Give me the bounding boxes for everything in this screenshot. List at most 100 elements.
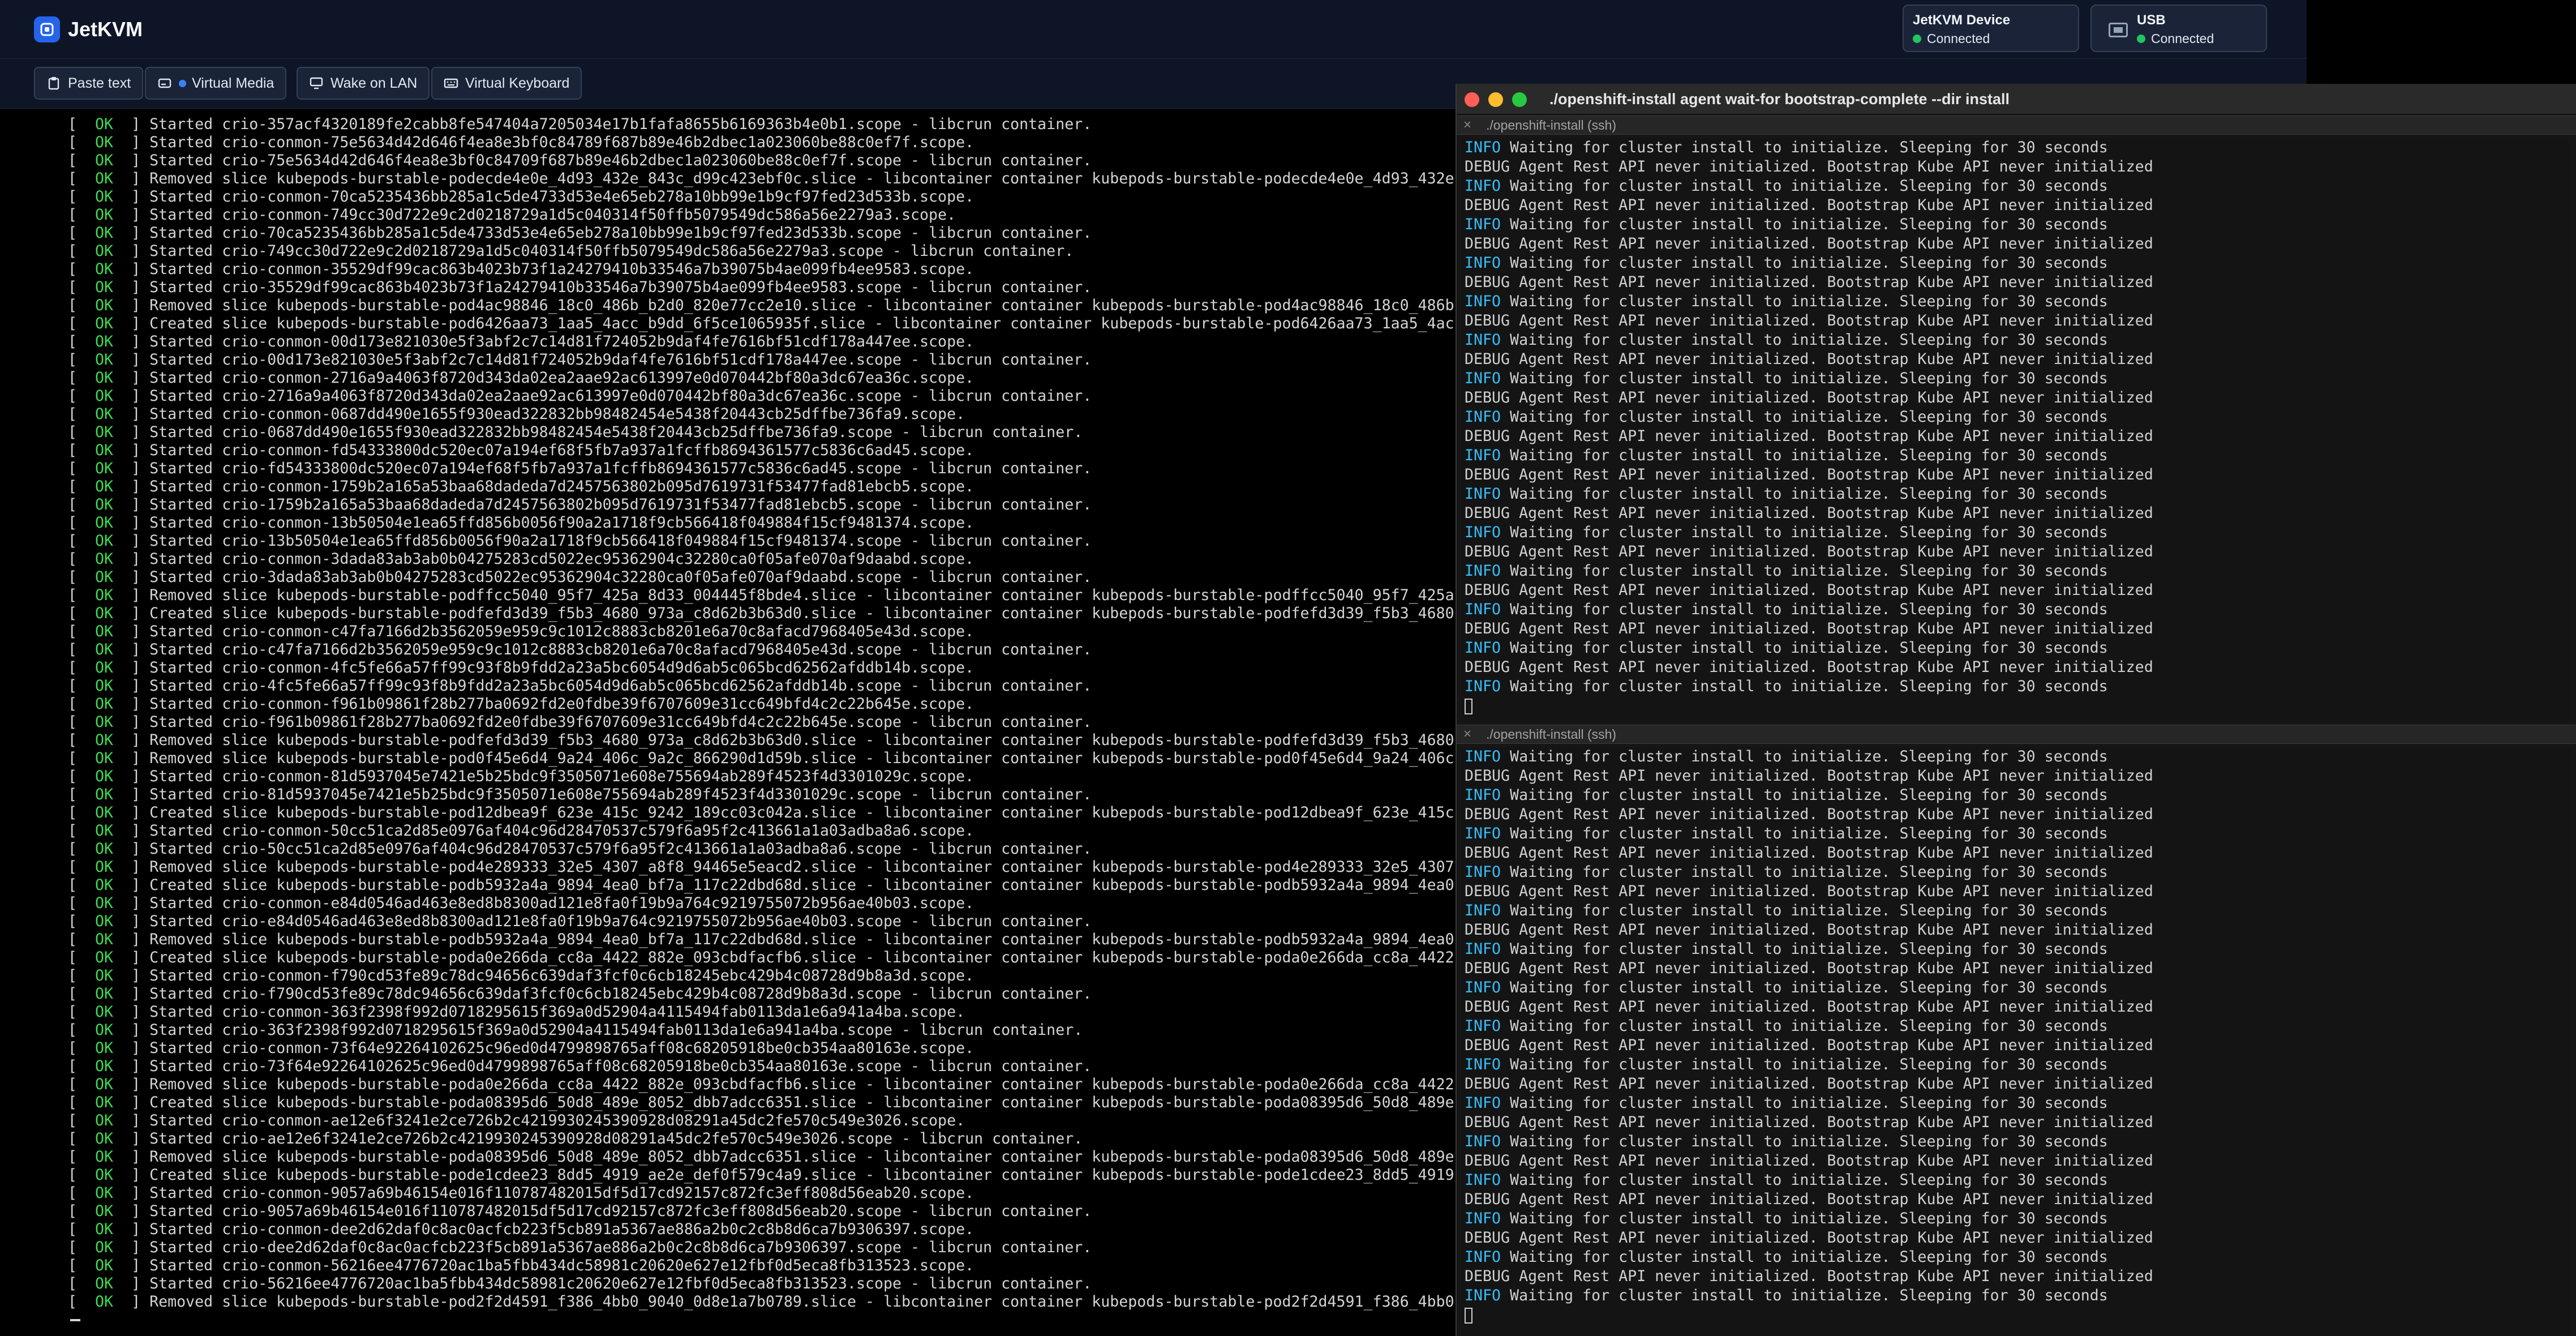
log-message: Agent Rest API never initialized. Bootst… bbox=[1510, 844, 2153, 862]
console-line: [ OK ] Started crio-conmon-f961b09861f28… bbox=[68, 695, 1460, 713]
ok-status: OK bbox=[77, 152, 132, 169]
log-level-info: INFO bbox=[1465, 331, 1501, 349]
pane-tab-bottom[interactable]: × ./openshift-install (ssh) bbox=[1457, 725, 2576, 744]
log-message: Agent Rest API never initialized. Bootst… bbox=[1510, 806, 2153, 823]
ok-status: OK bbox=[77, 315, 132, 332]
console-line: [ OK ] Removed slice kubepods-burstable-… bbox=[68, 750, 1460, 768]
terminal-pane-bottom[interactable]: INFO Waiting for cluster install to init… bbox=[1461, 747, 2570, 1336]
ok-status: OK bbox=[77, 1293, 132, 1311]
jetkvm-logo[interactable]: JetKVM bbox=[34, 15, 143, 44]
virtual-keyboard-button[interactable]: Virtual Keyboard bbox=[431, 67, 582, 100]
ok-status: OK bbox=[77, 605, 132, 622]
pane-tab-top[interactable]: × ./openshift-install (ssh) bbox=[1457, 115, 2576, 135]
console-bracket: [ bbox=[68, 242, 78, 260]
terminal-titlebar[interactable]: ./openshift-install agent wait-for boots… bbox=[1457, 84, 2576, 114]
log-line: INFO Waiting for cluster install to init… bbox=[1465, 978, 2570, 997]
log-line: DEBUG Agent Rest API never initialized. … bbox=[1465, 882, 2570, 901]
log-line: INFO Waiting for cluster install to init… bbox=[1465, 940, 2570, 959]
console-bracket: [ bbox=[68, 315, 78, 332]
console-bracket: [ bbox=[68, 1094, 78, 1111]
log-line: INFO Waiting for cluster install to init… bbox=[1465, 600, 2570, 619]
log-level-debug: DEBUG bbox=[1465, 883, 1510, 900]
ok-status: OK bbox=[77, 460, 132, 477]
console-message: ] Started crio-conmon-70ca5235436bb285a1… bbox=[131, 188, 974, 205]
app-name: JetKVM bbox=[68, 18, 143, 41]
console-message: ] Started crio-357acf4320189fe2cabb8fe54… bbox=[131, 115, 1092, 133]
log-level-debug: DEBUG bbox=[1465, 998, 1510, 1016]
log-line: DEBUG Agent Rest API never initialized. … bbox=[1465, 843, 2570, 863]
ok-status: OK bbox=[77, 351, 132, 369]
ok-status: OK bbox=[77, 713, 132, 731]
jetkvm-logo-icon bbox=[34, 16, 60, 42]
console-bracket: [ bbox=[68, 514, 78, 532]
ok-status: OK bbox=[77, 876, 132, 894]
terminal-window[interactable]: ./openshift-install agent wait-for boots… bbox=[1456, 84, 2576, 1336]
usb-status-title: USB bbox=[2137, 12, 2166, 28]
log-line: DEBUG Agent Rest API never initialized. … bbox=[1465, 427, 2570, 446]
close-pane-icon[interactable]: × bbox=[1463, 116, 1471, 134]
minimize-window-icon[interactable] bbox=[1488, 92, 1503, 107]
console-line: [ OK ] Created slice kubepods-burstable-… bbox=[68, 315, 1460, 333]
console-bracket: [ bbox=[68, 641, 78, 658]
ok-status: OK bbox=[77, 568, 132, 586]
log-line: INFO Waiting for cluster install to init… bbox=[1465, 292, 2570, 311]
console-line: [ OK ] Removed slice kubepods-burstable-… bbox=[68, 931, 1460, 949]
wake-on-lan-button[interactable]: Wake on LAN bbox=[297, 67, 430, 100]
console-bracket: [ bbox=[68, 115, 78, 133]
console-message: ] Started crio-conmon-0687dd490e1655f930… bbox=[131, 405, 965, 423]
terminal-pane-top[interactable]: INFO Waiting for cluster install to init… bbox=[1461, 138, 2570, 721]
console-message: ] Started crio-conmon-81d5937045e7421e5b… bbox=[131, 768, 974, 785]
close-pane-icon[interactable]: × bbox=[1463, 725, 1471, 743]
console-bracket: [ bbox=[68, 170, 78, 187]
prompt-line[interactable] bbox=[1465, 1305, 2570, 1325]
log-level-info: INFO bbox=[1465, 1210, 1501, 1227]
log-level-debug: DEBUG bbox=[1465, 658, 1510, 676]
ok-status: OK bbox=[77, 913, 132, 930]
console-message: ] Removed slice kubepods-burstable-podff… bbox=[131, 586, 1454, 604]
prompt-line[interactable] bbox=[1465, 696, 2570, 716]
log-message: Waiting for cluster install to initializ… bbox=[1501, 1094, 2108, 1112]
ok-status: OK bbox=[77, 405, 132, 423]
usb-icon bbox=[2109, 23, 2128, 37]
console-bracket: [ bbox=[68, 260, 78, 278]
log-message: Agent Rest API never initialized. Bootst… bbox=[1510, 235, 2153, 252]
virtual-media-button[interactable]: Virtual Media bbox=[145, 67, 287, 100]
console-line: [ OK ] Started crio-73f64e92264102625c96… bbox=[68, 1057, 1460, 1076]
console-cursor bbox=[70, 1319, 80, 1321]
paste-text-button[interactable]: Paste text bbox=[34, 67, 144, 100]
log-message: Waiting for cluster install to initializ… bbox=[1501, 1248, 2108, 1266]
console-message: ] Started crio-conmon-fd54333800dc520ec0… bbox=[131, 442, 974, 459]
log-message: Agent Rest API never initialized. Bootst… bbox=[1510, 427, 2153, 445]
usb-status-card[interactable]: USB Connected bbox=[2090, 5, 2267, 52]
console-line: [ OK ] Started crio-ae12e6f3241e2ce726b2… bbox=[68, 1130, 1460, 1148]
log-level-info: INFO bbox=[1465, 639, 1501, 657]
log-message: Agent Rest API never initialized. Bootst… bbox=[1510, 543, 2153, 560]
log-message: Waiting for cluster install to initializ… bbox=[1501, 370, 2108, 387]
log-message: Waiting for cluster install to initializ… bbox=[1501, 524, 2108, 541]
close-window-icon[interactable] bbox=[1465, 92, 1479, 107]
console-message: ] Started crio-f790cd53fe89c78dc94656c63… bbox=[131, 985, 1092, 1003]
console-line: [ OK ] Started crio-fd54333800dc520ec07a… bbox=[68, 460, 1460, 478]
device-status-text: Connected bbox=[1927, 31, 1990, 46]
log-line: DEBUG Agent Rest API never initialized. … bbox=[1465, 658, 2570, 677]
ok-status: OK bbox=[77, 677, 132, 695]
maximize-window-icon[interactable] bbox=[1512, 92, 1527, 107]
console-message: ] Started crio-conmon-13b50504e1ea65ffd8… bbox=[131, 514, 974, 532]
console-message: ] Started crio-2716a9a4063f8720d343da02e… bbox=[131, 387, 1092, 405]
ok-status: OK bbox=[77, 1184, 132, 1202]
console-line: [ OK ] Started crio-conmon-f790cd53fe89c… bbox=[68, 967, 1460, 985]
log-message: Agent Rest API never initialized. Bootst… bbox=[1510, 466, 2153, 483]
device-status-card[interactable]: JetKVM Device Connected bbox=[1903, 5, 2079, 52]
log-line: DEBUG Agent Rest API never initialized. … bbox=[1465, 234, 2570, 254]
log-level-info: INFO bbox=[1465, 825, 1501, 842]
console-bracket: [ bbox=[68, 206, 78, 224]
log-message: Waiting for cluster install to initializ… bbox=[1501, 254, 2108, 272]
console-bracket: [ bbox=[68, 913, 78, 930]
console-message: ] Started crio-conmon-9057a69b46154e016f… bbox=[131, 1184, 974, 1202]
console-message: ] Started crio-conmon-f790cd53fe89c78dc9… bbox=[131, 967, 974, 984]
ok-status: OK bbox=[77, 115, 132, 133]
console-message: ] Started crio-35529df99cac863b4023b73f1… bbox=[131, 279, 1092, 296]
console-message: ] Created slice kubepods-burstable-poda0… bbox=[131, 1094, 1454, 1111]
log-level-debug: DEBUG bbox=[1465, 620, 1510, 637]
console-line: [ OK ] Started crio-f961b09861f28b277ba0… bbox=[68, 713, 1460, 731]
